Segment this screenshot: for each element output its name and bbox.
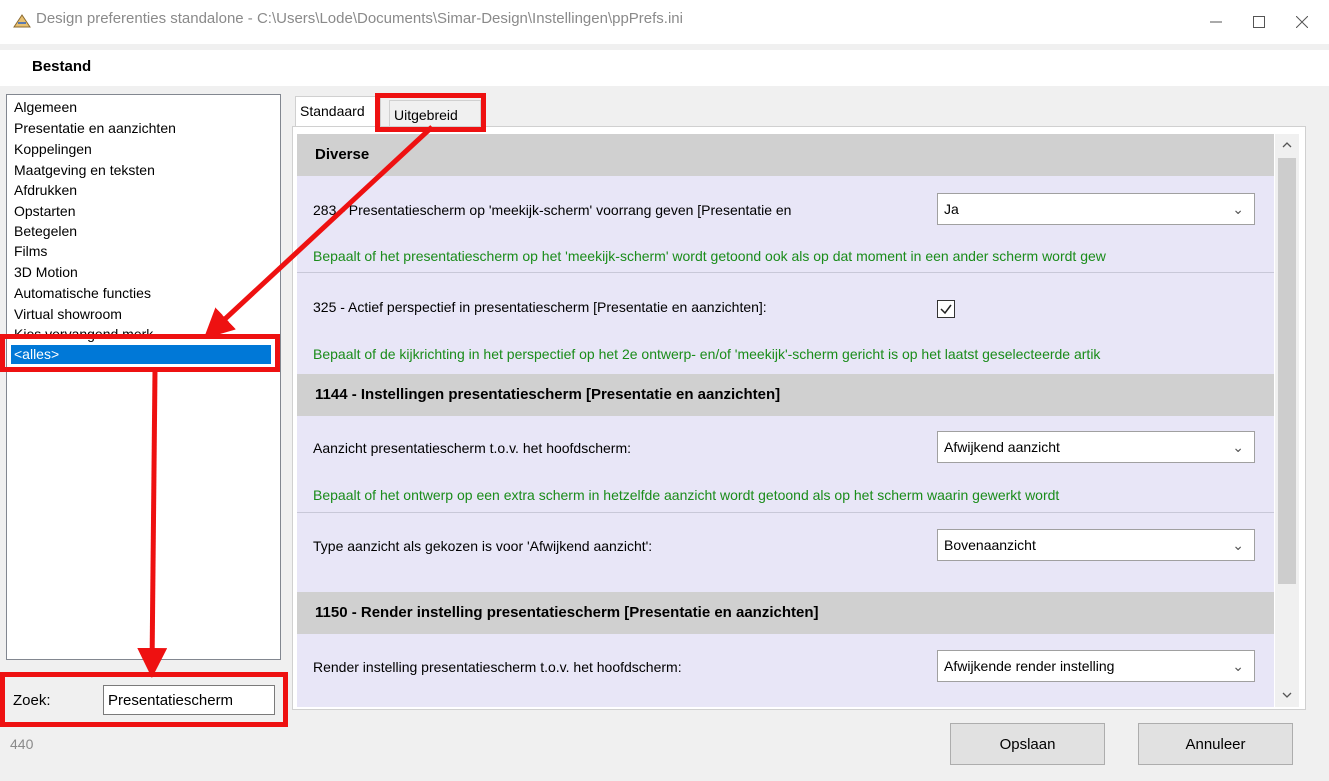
row-separator — [297, 272, 1274, 273]
category-item[interactable]: Maatgeving en teksten — [14, 162, 155, 178]
row-separator — [297, 512, 1274, 513]
dropdown-aanzicht[interactable]: Afwijkend aanzicht ⌄ — [937, 431, 1255, 463]
section-header: 1150 - Render instelling presentatiesche… — [297, 592, 1274, 634]
dropdown-value: Bovenaanzicht — [944, 537, 1036, 553]
section-header: Diverse — [297, 134, 1274, 176]
category-list[interactable]: Algemeen Presentatie en aanzichten Koppe… — [6, 94, 281, 660]
setting-label: Type aanzicht als gekozen is voor 'Afwij… — [313, 538, 653, 554]
title-bar: Design preferenties standalone - C:\User… — [0, 0, 1329, 44]
chevron-down-icon: ⌄ — [1232, 658, 1244, 674]
section-header: 1144 - Instellingen presentatiescherm [P… — [297, 374, 1274, 416]
window-title: Design preferenties standalone - C:\User… — [36, 10, 683, 27]
category-item[interactable]: Algemeen — [14, 99, 77, 115]
maximize-button[interactable] — [1236, 0, 1282, 44]
cancel-button[interactable]: Annuleer — [1138, 723, 1293, 765]
setting-description: Bepaalt of de kijkrichting in het perspe… — [313, 346, 1101, 362]
setting-label: Render instelling presentatiescherm t.o.… — [313, 659, 682, 675]
dropdown-283[interactable]: Ja ⌄ — [937, 193, 1255, 225]
chevron-down-icon — [1282, 692, 1292, 698]
menu-bar: Bestand — [0, 50, 1329, 86]
minimize-button[interactable] — [1193, 0, 1239, 44]
category-item[interactable]: Virtual showroom — [14, 306, 122, 322]
scroll-down-button[interactable] — [1275, 684, 1299, 706]
setting-description: Bepaalt of het presentatiescherm op het … — [313, 248, 1106, 264]
minimize-icon — [1210, 21, 1222, 23]
chevron-down-icon: ⌄ — [1232, 201, 1244, 217]
category-item-selected[interactable]: <alles> — [11, 345, 271, 364]
dropdown-value: Ja — [944, 201, 959, 217]
chevron-down-icon: ⌄ — [1232, 439, 1244, 455]
category-item[interactable]: Opstarten — [14, 203, 75, 219]
category-item[interactable]: Films — [14, 243, 47, 259]
category-item[interactable]: Presentatie en aanzichten — [14, 120, 176, 136]
category-item[interactable]: Afdrukken — [14, 182, 77, 198]
settings-content: Diverse 283 - Presentatiescherm op 'meek… — [297, 134, 1274, 707]
scroll-thumb[interactable] — [1278, 158, 1296, 584]
chevron-up-icon — [1282, 142, 1292, 148]
category-item[interactable]: Kies vervangend merk — [14, 326, 153, 342]
save-button[interactable]: Opslaan — [950, 723, 1105, 765]
vertical-scrollbar[interactable] — [1275, 134, 1299, 707]
close-icon — [1296, 16, 1308, 28]
category-item[interactable]: Koppelingen — [14, 141, 92, 157]
chevron-down-icon: ⌄ — [1232, 537, 1244, 553]
app-icon — [13, 14, 31, 28]
setting-label: 325 - Actief perspectief in presentaties… — [313, 299, 767, 315]
setting-label: Aanzicht presentatiescherm t.o.v. het ho… — [313, 440, 632, 456]
close-button[interactable] — [1279, 0, 1325, 44]
category-item[interactable]: 3D Motion — [14, 264, 78, 280]
tab-standaard[interactable]: Standaard — [295, 96, 381, 126]
scroll-up-button[interactable] — [1275, 134, 1299, 156]
dropdown-value: Afwijkend aanzicht — [944, 439, 1060, 455]
category-item[interactable]: Betegelen — [14, 223, 77, 239]
dropdown-render[interactable]: Afwijkende render instelling ⌄ — [937, 650, 1255, 682]
setting-description: Bepaalt of het ontwerp op een extra sche… — [313, 487, 1060, 503]
dropdown-value: Afwijkende render instelling — [944, 658, 1115, 674]
search-input[interactable] — [103, 685, 275, 715]
maximize-icon — [1253, 16, 1265, 28]
checkbox-325[interactable] — [937, 300, 955, 318]
setting-label: 283 - Presentatiescherm op 'meekijk-sche… — [313, 202, 792, 218]
tab-uitgebreid[interactable]: Uitgebreid — [389, 100, 481, 126]
checkmark-icon — [940, 304, 952, 315]
menu-bestand[interactable]: Bestand — [32, 58, 91, 75]
dropdown-type-aanzicht[interactable]: Bovenaanzicht ⌄ — [937, 529, 1255, 561]
result-count: 440 — [10, 736, 34, 752]
search-label: Zoek: — [13, 692, 51, 709]
category-item[interactable]: Automatische functies — [14, 285, 151, 301]
